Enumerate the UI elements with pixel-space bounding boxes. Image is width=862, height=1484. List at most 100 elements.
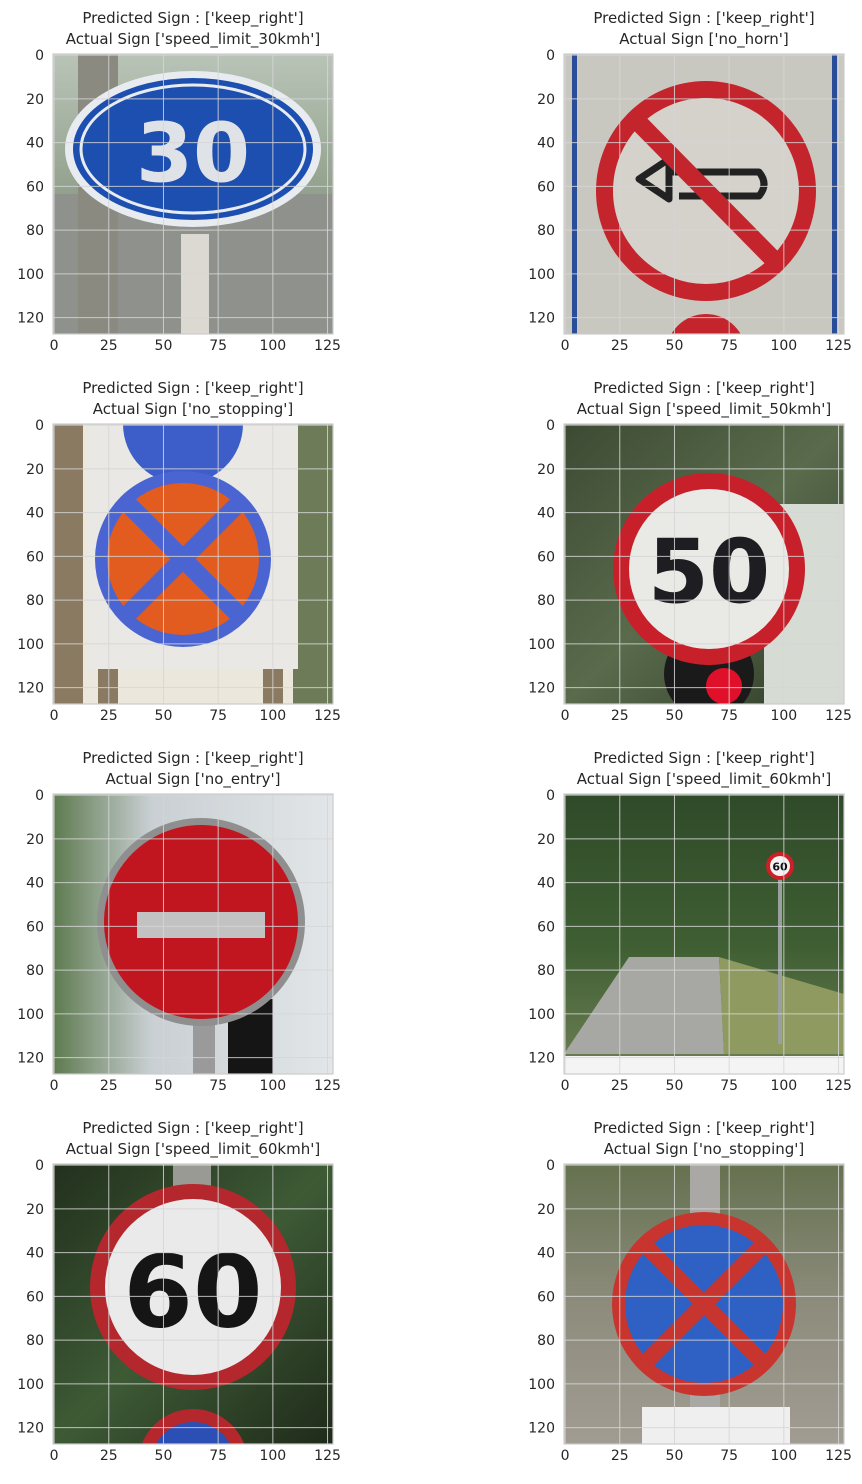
- tree-left: [53, 424, 83, 704]
- watermark-strip: [564, 1056, 844, 1074]
- y-tick-label: 20: [26, 832, 44, 848]
- greenery-right: [293, 424, 333, 704]
- title-actual: Actual Sign ['no_horn']: [619, 30, 788, 49]
- x-tick-label: 50: [666, 708, 684, 724]
- x-tick-label: 100: [770, 338, 797, 354]
- panel-image: 30: [53, 54, 333, 334]
- sign-post: [778, 874, 782, 1044]
- y-tick-label: 80: [26, 223, 44, 239]
- y-tick-label: 40: [26, 876, 44, 892]
- title-predicted: Predicted Sign : ['keep_right']: [82, 749, 303, 768]
- x-tick-label: 75: [209, 1078, 227, 1094]
- y-tick-label: 0: [546, 48, 555, 64]
- y-tick-label: 0: [546, 1158, 555, 1174]
- x-tick-label: 0: [50, 1078, 59, 1094]
- x-tick-label: 125: [825, 338, 852, 354]
- x-tick-label: 50: [155, 1448, 173, 1464]
- subplot: 0 25 50 75 100 125 0 20 40 60 80 100 120 Predicted Si…: [528, 1119, 852, 1464]
- x-tick-label: 25: [611, 1078, 629, 1094]
- x-tick-label: 100: [259, 1448, 286, 1464]
- x-tick-label: 25: [611, 338, 629, 354]
- title-actual: Actual Sign ['speed_limit_60kmh']: [66, 1140, 320, 1159]
- y-tick-label: 40: [26, 136, 44, 152]
- panel-image-clip: [564, 54, 844, 334]
- x-tick-label: 25: [100, 708, 118, 724]
- y-tick-label: 40: [26, 1246, 44, 1262]
- title-actual: Actual Sign ['no_stopping']: [604, 1140, 805, 1159]
- x-tick-label: 75: [720, 708, 738, 724]
- panel-image-clip: 30: [53, 54, 333, 334]
- x-tick-label: 75: [720, 1448, 738, 1464]
- x-tick-label: 25: [611, 708, 629, 724]
- subplot: 0 25 50 75 100 125 0 20 40 60 80 100 120 Predicted Si…: [17, 379, 341, 724]
- panel-image-clip: 60: [53, 1164, 333, 1444]
- x-tick-label: 100: [770, 708, 797, 724]
- x-tick-label: 125: [314, 1078, 341, 1094]
- x-tick-label: 0: [561, 708, 570, 724]
- y-tick-label: 60: [537, 919, 555, 935]
- x-tick-label: 100: [259, 338, 286, 354]
- panel-image: [564, 1164, 844, 1444]
- title-actual: Actual Sign ['speed_limit_30kmh']: [66, 30, 320, 49]
- y-tick-label: 80: [537, 963, 555, 979]
- x-tick-label: 125: [314, 708, 341, 724]
- y-tick-label: 20: [26, 92, 44, 108]
- title-predicted: Predicted Sign : ['keep_right']: [82, 1119, 303, 1138]
- x-tick-label: 0: [50, 338, 59, 354]
- x-tick-label: 50: [666, 338, 684, 354]
- y-tick-label: 0: [35, 1158, 44, 1174]
- red-light: [706, 668, 742, 704]
- panel-edge-left: [572, 54, 577, 334]
- panel-image-clip: [564, 1164, 844, 1444]
- subplot: 60 0 25 50 75 100 125 0 20 40 60 80 100 120 Predicted …: [17, 1119, 341, 1464]
- x-tick-label: 0: [50, 708, 59, 724]
- y-tick-label: 60: [26, 179, 44, 195]
- x-tick-label: 125: [825, 1448, 852, 1464]
- y-tick-label: 120: [17, 1051, 44, 1067]
- y-tick-label: 40: [537, 136, 555, 152]
- y-tick-label: 100: [528, 267, 555, 283]
- y-tick-label: 20: [26, 1202, 44, 1218]
- title-actual: Actual Sign ['speed_limit_50kmh']: [577, 400, 831, 419]
- y-tick-label: 0: [35, 788, 44, 804]
- y-tick-label: 120: [17, 1421, 44, 1437]
- y-tick-label: 40: [537, 876, 555, 892]
- x-tick-label: 100: [770, 1078, 797, 1094]
- y-tick-label: 100: [17, 1377, 44, 1393]
- y-tick-label: 60: [537, 549, 555, 565]
- x-tick-label: 75: [720, 1078, 738, 1094]
- y-tick-label: 80: [26, 1333, 44, 1349]
- x-tick-label: 0: [561, 1448, 570, 1464]
- x-tick-label: 0: [561, 1078, 570, 1094]
- title-actual: Actual Sign ['no_entry']: [105, 770, 280, 789]
- x-tick-label: 125: [825, 708, 852, 724]
- y-tick-label: 60: [537, 1289, 555, 1305]
- y-tick-label: 40: [537, 506, 555, 522]
- y-tick-label: 100: [528, 1007, 555, 1023]
- panel-image: 60: [564, 794, 844, 1074]
- panel-image-clip: 60: [564, 794, 844, 1074]
- y-tick-label: 120: [17, 681, 44, 697]
- y-tick-label: 120: [528, 681, 555, 697]
- y-tick-label: 20: [537, 462, 555, 478]
- y-tick-label: 0: [546, 788, 555, 804]
- figure: 30 0 25 50 75 100 125 0 20 40 60 80 100 120 Predicted …: [17, 9, 852, 1464]
- y-tick-label: 40: [537, 1246, 555, 1262]
- y-tick-label: 80: [26, 963, 44, 979]
- x-tick-label: 75: [720, 338, 738, 354]
- title-actual: Actual Sign ['speed_limit_60kmh']: [577, 770, 831, 789]
- subplot: 50 0 25 50 75 100 125 0 20 40 60 80 100 120 Predicted …: [528, 379, 852, 724]
- subplot: 0 25 50 75 100 125 0 20 40 60 80 100 120 Predicted Si…: [528, 9, 852, 354]
- x-tick-label: 50: [666, 1448, 684, 1464]
- x-tick-label: 75: [209, 1448, 227, 1464]
- x-tick-label: 100: [259, 1078, 286, 1094]
- panel-image: [564, 54, 844, 334]
- y-tick-label: 20: [537, 1202, 555, 1218]
- sign-text: 50: [648, 521, 770, 624]
- x-tick-label: 125: [825, 1078, 852, 1094]
- panel-image: 60: [53, 1164, 333, 1444]
- x-tick-label: 25: [611, 1448, 629, 1464]
- y-tick-label: 120: [528, 1051, 555, 1067]
- sign-post: [181, 234, 209, 334]
- subplot: 0 25 50 75 100 125 0 20 40 60 80 100 120 Predicted Si…: [17, 749, 341, 1094]
